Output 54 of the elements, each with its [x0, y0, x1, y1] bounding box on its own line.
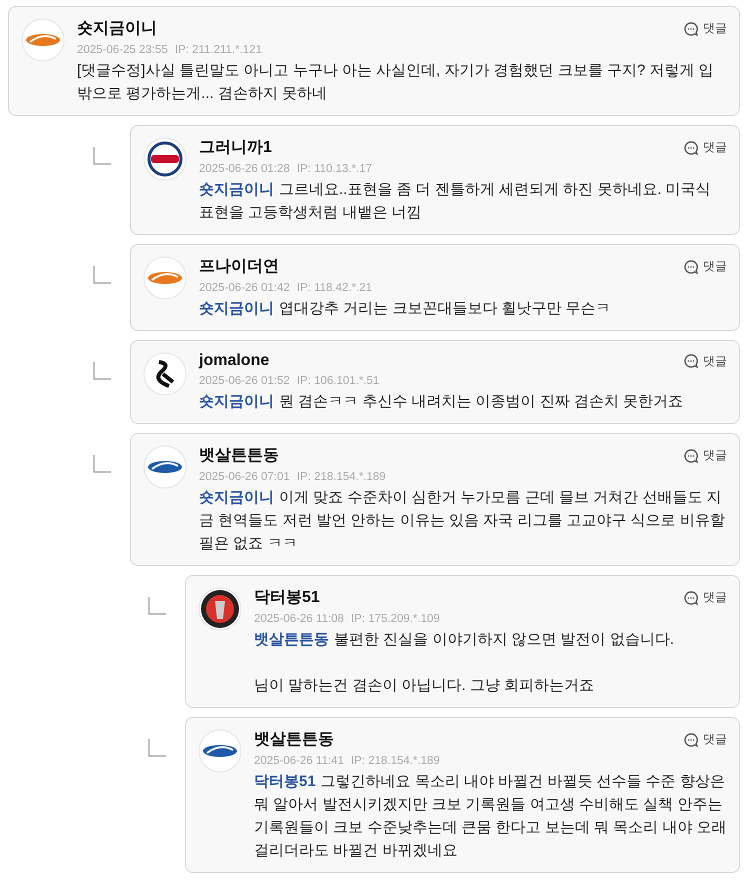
reply-button[interactable]: 댓글	[683, 731, 727, 748]
comment-bubble-icon	[683, 258, 699, 274]
comment-text: 숏지금이니 그르네요..표현을 좀 더 젠틀하게 세련되게 하진 못하네요. 미국식 표현을 고등학생처럼 내뱉은 너낌	[199, 180, 712, 223]
reply-indent-icon	[93, 362, 111, 380]
comment-date: 2025-06-26 01:52	[199, 375, 290, 387]
comment-text: 숏지금이니 엽대강추 거리는 크보꼰대들보다 휠낫구만 무슨ㅋ	[199, 299, 612, 319]
reply-indent-icon	[93, 455, 111, 473]
reply-button[interactable]: 댓글	[683, 352, 727, 370]
reply-indent-icon	[93, 266, 111, 284]
ip-address: IP: 218.154.*.189	[350, 755, 440, 767]
mention-link[interactable]: 숏지금이니	[199, 489, 274, 506]
comment-date: 2025-06-26 01:42	[199, 282, 290, 294]
comment-bubble-icon	[683, 732, 699, 748]
mention-link[interactable]: 숏지금이니	[199, 181, 274, 198]
comment-bubble-icon	[683, 353, 699, 369]
mention-link[interactable]: 숏지금이니	[199, 393, 274, 410]
comment-text: 숏지금이니 뭔 겸손ㅋㅋ 추신수 내려치는 이종범이 진짜 겸손치 못한거죠	[199, 392, 684, 412]
mention-link[interactable]: 닥터봉51	[254, 773, 316, 790]
author-name[interactable]: 뱃살튼튼동	[199, 445, 279, 466]
comment-date: 2025-06-26 07:01	[199, 471, 290, 483]
comment-text: 숏지금이니 이게 맞죠 수준차이 심한거 누가모름 근데 믈브 거쳐간 선배들도 지금 현역들도 저런 발언 안하는 이유는 있음 자국 리그를 고교야구 식으로 비유할 필욘 없죠 ㅋㅋ	[199, 488, 726, 554]
comment-date: 2025-06-26 01:28	[199, 163, 290, 175]
reply-button[interactable]: 댓글	[683, 139, 727, 156]
ip-address: IP: 175.209.*.109	[350, 613, 440, 625]
reply-button[interactable]: 댓글	[683, 20, 727, 37]
author-name[interactable]: 뱃살튼튼동	[254, 729, 334, 750]
author-name[interactable]: 그러니까1	[199, 137, 272, 158]
mention-link[interactable]: 뱃살튼튼동	[254, 631, 329, 648]
reply-button[interactable]: 댓글	[683, 447, 727, 464]
reply-indent-icon	[148, 739, 166, 757]
ip-address: IP: 110.13.*.17	[296, 163, 372, 175]
ip-address: IP: 106.101.*.51	[296, 375, 380, 387]
comment-bubble-icon	[683, 20, 699, 36]
comment-date: 2025-06-26 11:41	[254, 755, 344, 767]
author-name[interactable]: 숏지금이니	[77, 18, 157, 39]
mention-link[interactable]: 숏지금이니	[199, 300, 274, 317]
reply-button[interactable]: 댓글	[683, 258, 727, 275]
ip-address: IP: 218.154.*.189	[296, 471, 386, 483]
reply-indent-icon	[93, 147, 111, 165]
comment-bubble-icon	[683, 140, 699, 156]
author-name[interactable]: 프나이더연	[199, 256, 279, 277]
comment-bubble-icon	[683, 590, 699, 606]
comment-bubble-icon	[683, 448, 699, 464]
comment-text: 닥터봉51 그렇긴하네요 목소리 내야 바뀔건 바뀔듯 선수들 수준 향상은 뭐 알아서 발전시키겠지만 크보 기록원들 여고생 수비해도 실책 안주는 기록원들이 크보 수준낮추는데 큰뭄 한다고 보는데 뭐 목소리 내야 오래 걸리더라도 바뀔건 바뀌겠네요	[254, 772, 727, 861]
ip-address: IP: 118.42.*.21	[296, 282, 372, 294]
comment-text: 뱃살튼튼동 불편한 진실을 이야기하지 않으면 발전이 없습니다. 님이 말하는건 겸손이 아닙니다. 그냥 회피하는거죠	[254, 630, 676, 696]
reply-button[interactable]: 댓글	[683, 589, 727, 606]
comment-text: [댓글수정]사실 틀린말도 아니고 누구나 아는 사실인데, 자기가 경험했던 크보를 구지? 저렇게 입밖으로 평가하는게... 겸손하지 못하네	[77, 61, 715, 104]
comment-date: 2025-06-26 11:08	[254, 613, 344, 625]
author-name[interactable]: 닥터봉51	[254, 587, 320, 608]
reply-indent-icon	[148, 597, 166, 615]
author-name[interactable]: jomalone	[199, 352, 270, 370]
ip-address: IP: 211.211.*.121	[174, 44, 262, 56]
comment-date: 2025-06-25 23:55	[77, 44, 168, 56]
